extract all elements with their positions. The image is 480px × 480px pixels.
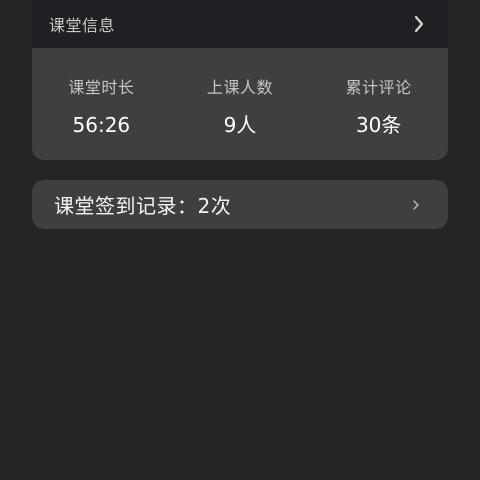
checkin-record-label: 课堂签到记录：2次 (54, 194, 232, 218)
class-info-card: 课堂信息 课堂时长 56:26 上课人数 9人 累计评论 30条 (32, 0, 448, 160)
class-info-header[interactable]: 课堂信息 (32, 0, 448, 48)
chevron-right-icon (410, 199, 422, 211)
page: 课堂信息 课堂时长 56:26 上课人数 9人 累计评论 30条 课堂签到记录： (0, 0, 480, 480)
class-info-title: 课堂信息 (49, 16, 116, 35)
stat-value: 56:26 (72, 113, 131, 137)
chevron-right-icon[interactable] (408, 13, 430, 35)
class-stats: 课堂时长 56:26 上课人数 9人 累计评论 30条 (32, 48, 448, 160)
stat-comments: 累计评论 30条 (309, 48, 448, 160)
stat-label: 累计评论 (345, 78, 412, 97)
stat-attendance: 上课人数 9人 (171, 48, 310, 160)
checkin-record-row[interactable]: 课堂签到记录：2次 (32, 180, 448, 229)
stat-label: 课堂时长 (68, 78, 135, 97)
stat-label: 上课人数 (207, 78, 274, 97)
stat-value: 30条 (355, 113, 402, 137)
stat-duration: 课堂时长 56:26 (32, 48, 171, 160)
stat-value: 9人 (223, 113, 257, 137)
